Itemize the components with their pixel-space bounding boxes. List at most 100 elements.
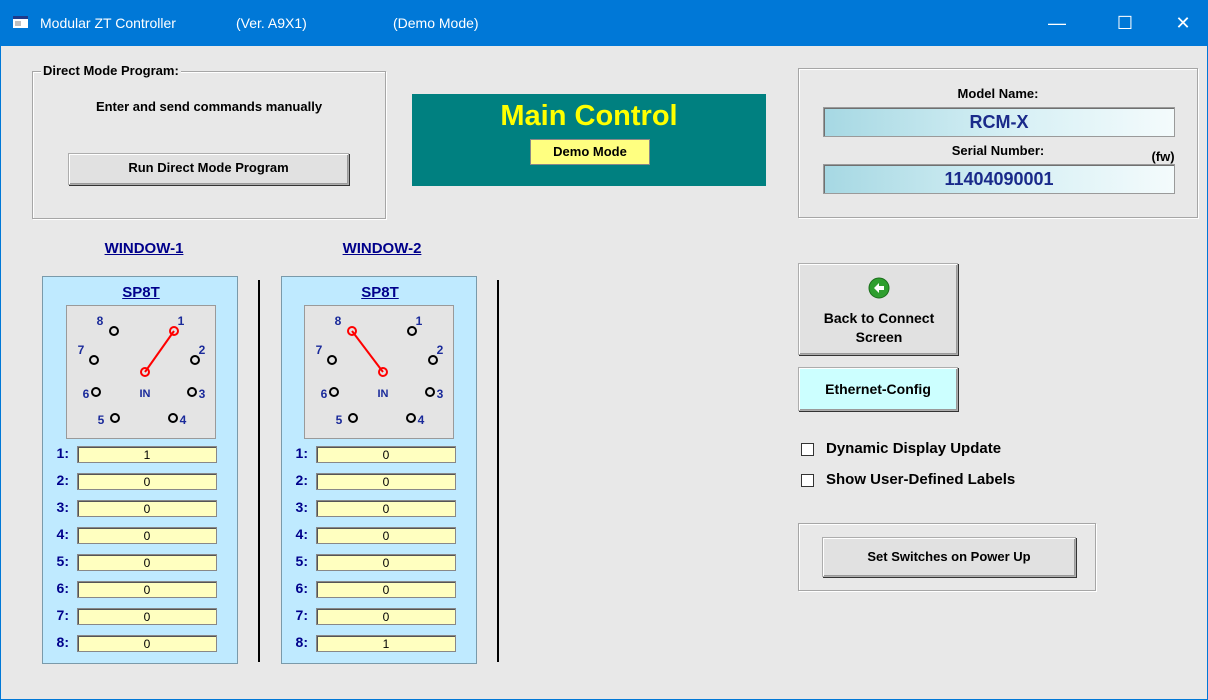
port-8-label: 8 xyxy=(335,314,342,328)
row-2-value[interactable]: 0 xyxy=(316,473,456,490)
port-2-label: 2 xyxy=(199,343,206,357)
port-1-contact[interactable] xyxy=(407,326,417,336)
port-8-label: 8 xyxy=(97,314,104,328)
app-mode: (Demo Mode) xyxy=(393,15,479,31)
row-5-value[interactable]: 0 xyxy=(77,554,217,571)
row-5-label: 5: xyxy=(56,553,69,569)
switch-wiper xyxy=(351,330,384,373)
maximize-button[interactable]: ☐ xyxy=(1102,8,1148,38)
row-7-value[interactable]: 0 xyxy=(77,608,217,625)
power-up-group: Set Switches on Power Up xyxy=(798,523,1096,591)
model-info-group: Model Name: RCM-X Serial Number: (fw) 11… xyxy=(798,68,1198,218)
switch-in-label: IN xyxy=(378,388,389,400)
port-6-label: 6 xyxy=(83,387,90,401)
port-2-contact[interactable] xyxy=(190,355,200,365)
app-title: Modular ZT Controller xyxy=(40,15,176,31)
run-direct-mode-button[interactable]: Run Direct Mode Program xyxy=(68,153,349,185)
direct-mode-legend: Direct Mode Program: xyxy=(41,63,181,78)
window-1-header[interactable]: WINDOW-1 xyxy=(44,240,244,257)
direct-mode-group: Direct Mode Program: Enter and send comm… xyxy=(32,63,386,219)
port-7-label: 7 xyxy=(316,343,323,357)
port-3-contact[interactable] xyxy=(187,387,197,397)
demo-mode-badge: Demo Mode xyxy=(530,139,650,165)
minimize-button[interactable]: — xyxy=(1034,8,1080,38)
port-4-contact[interactable] xyxy=(406,413,416,423)
row-3-value[interactable]: 0 xyxy=(316,500,456,517)
user-labels-checkbox[interactable] xyxy=(801,474,814,487)
user-labels-label[interactable]: Show User-Defined Labels xyxy=(826,471,1015,488)
serial-number-label: Serial Number: xyxy=(951,143,1045,158)
row-6-value[interactable]: 0 xyxy=(316,581,456,598)
row-6-label: 6: xyxy=(295,580,308,596)
row-1-label: 1: xyxy=(295,445,308,461)
row-3-value[interactable]: 0 xyxy=(77,500,217,517)
row-5-value[interactable]: 0 xyxy=(316,554,456,571)
row-7-value[interactable]: 0 xyxy=(316,608,456,625)
window-2-switch-svg: IN12345678 xyxy=(316,314,444,427)
row-4-value[interactable]: 0 xyxy=(316,527,456,544)
port-3-label: 3 xyxy=(437,387,444,401)
row-5-label: 5: xyxy=(295,553,308,569)
row-7-label: 7: xyxy=(56,607,69,623)
window-1-switch-diagram: IN 1 2 3 4 5 6 7 8 xyxy=(66,305,216,439)
row-1-value[interactable]: 0 xyxy=(316,446,456,463)
window-2-separator xyxy=(497,280,499,662)
row-6-value[interactable]: 0 xyxy=(77,581,217,598)
back-to-connect-label: Back to Connect Screen xyxy=(823,310,935,345)
row-8-value[interactable]: 1 xyxy=(316,635,456,652)
row-1-value[interactable]: 1 xyxy=(77,446,217,463)
row-8-value[interactable]: 0 xyxy=(77,635,217,652)
port-3-label: 3 xyxy=(199,387,206,401)
ethernet-config-button[interactable]: Ethernet-Config xyxy=(798,367,958,411)
window-2-panel: SP8T IN 1 2 3 4 5 6 7 8 1: 0 2: 0 3: 0 4: 0 5: 0 6: 0 7: 0 8: 1 xyxy=(281,276,477,664)
port-4-contact[interactable] xyxy=(168,413,178,423)
main-control-title: Main Control xyxy=(500,100,678,132)
port-6-label: 6 xyxy=(321,387,328,401)
row-2-value[interactable]: 0 xyxy=(77,473,217,490)
model-name-field: RCM-X xyxy=(823,107,1175,137)
port-3-contact[interactable] xyxy=(425,387,435,397)
switch-wiper xyxy=(144,330,175,373)
close-button[interactable]: ✕ xyxy=(1160,8,1206,38)
row-4-value[interactable]: 0 xyxy=(77,527,217,544)
port-5-contact[interactable] xyxy=(110,413,120,423)
window-2-switch-type[interactable]: SP8T xyxy=(282,284,478,301)
row-4-label: 4: xyxy=(295,526,308,542)
switch-in-label: IN xyxy=(140,388,151,400)
port-2-label: 2 xyxy=(437,343,444,357)
back-arrow-icon xyxy=(868,277,890,299)
port-4-label: 4 xyxy=(180,413,187,427)
port-8-contact[interactable] xyxy=(109,326,119,336)
row-8-label: 8: xyxy=(56,634,69,650)
row-8-label: 8: xyxy=(295,634,308,650)
port-2-contact[interactable] xyxy=(428,355,438,365)
window-1-switch-type[interactable]: SP8T xyxy=(43,284,239,301)
row-1-label: 1: xyxy=(56,445,69,461)
port-5-contact[interactable] xyxy=(348,413,358,423)
port-7-contact[interactable] xyxy=(327,355,337,365)
row-3-label: 3: xyxy=(295,499,308,515)
window-2-switch-diagram: IN 1 2 3 4 5 6 7 8 xyxy=(304,305,454,439)
main-control-panel: Main Control Demo Mode xyxy=(412,94,766,186)
app-icon[interactable] xyxy=(12,14,30,30)
app-version: (Ver. A9X1) xyxy=(236,15,307,31)
firmware-label: (fw) xyxy=(1151,149,1175,164)
port-6-contact[interactable] xyxy=(91,387,101,397)
row-2-label: 2: xyxy=(56,472,69,488)
window-1-separator xyxy=(258,280,260,662)
dynamic-update-checkbox[interactable] xyxy=(801,443,814,456)
set-switches-power-up-button[interactable]: Set Switches on Power Up xyxy=(822,537,1076,577)
port-6-contact[interactable] xyxy=(329,387,339,397)
back-to-connect-button[interactable]: Back to Connect Screen xyxy=(798,263,958,355)
dynamic-update-label[interactable]: Dynamic Display Update xyxy=(826,440,1001,457)
window-1-panel: SP8T IN 1 2 3 4 5 6 7 8 1: 1 2: 0 3: 0 4: 0 5: 0 6: 0 7: 0 8: 0 xyxy=(42,276,238,664)
port-4-label: 4 xyxy=(418,413,425,427)
window-2-header[interactable]: WINDOW-2 xyxy=(282,240,482,257)
row-6-label: 6: xyxy=(56,580,69,596)
row-4-label: 4: xyxy=(56,526,69,542)
port-5-label: 5 xyxy=(98,413,105,427)
port-1-label: 1 xyxy=(178,314,185,328)
port-7-contact[interactable] xyxy=(89,355,99,365)
port-5-label: 5 xyxy=(336,413,343,427)
port-7-label: 7 xyxy=(78,343,85,357)
